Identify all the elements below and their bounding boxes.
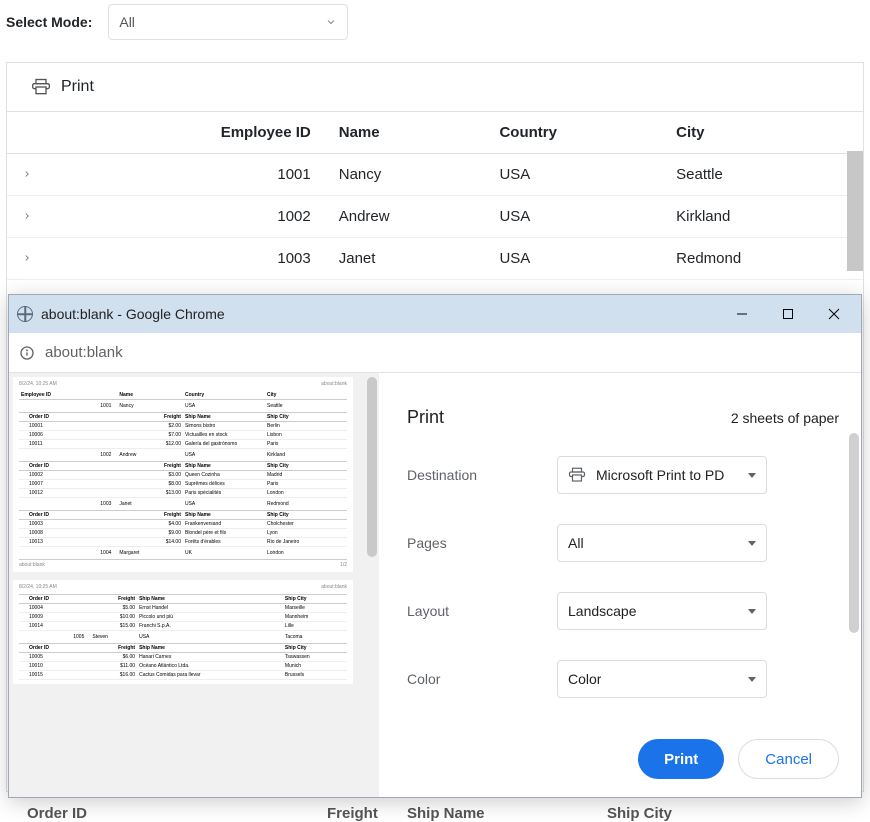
label-destination: Destination [407, 467, 557, 483]
print-title: Print [407, 407, 444, 428]
mode-select[interactable]: All [108, 4, 348, 40]
minimize-button[interactable] [719, 299, 765, 329]
address-bar: about:blank [9, 333, 861, 373]
employee-grid: Employee ID Name Country City 1001 Nancy… [7, 112, 863, 280]
expand-toggle[interactable] [7, 238, 47, 280]
info-icon [19, 345, 35, 361]
close-button[interactable] [811, 299, 857, 329]
mode-label: Select Mode: [6, 14, 92, 30]
print-link[interactable]: Print [61, 78, 94, 96]
pages-select[interactable]: All [557, 524, 767, 562]
chrome-print-window: about:blank - Google Chrome about:blank … [8, 294, 862, 798]
settings-scrollbar[interactable] [849, 433, 859, 633]
print-settings: Print 2 sheets of paper Destination Micr… [379, 373, 861, 797]
cancel-button[interactable]: Cancel [738, 739, 839, 779]
label-layout: Layout [407, 603, 557, 619]
col-empid[interactable]: Employee ID [47, 112, 331, 154]
sheets-count: 2 sheets of paper [731, 410, 839, 426]
print-preview[interactable]: 8/2/24, 10:25 AMabout:blank Employee ID … [9, 373, 379, 797]
expand-toggle[interactable] [7, 154, 47, 196]
grid-toolbar: Print [7, 63, 863, 112]
col-city[interactable]: City [668, 112, 863, 154]
printer-icon [568, 466, 586, 484]
color-select[interactable]: Color [557, 660, 767, 698]
print-button[interactable]: Print [638, 739, 724, 779]
address-text: about:blank [45, 344, 123, 361]
label-color: Color [407, 671, 557, 687]
layout-select[interactable]: Landscape [557, 592, 767, 630]
mode-value: All [119, 14, 135, 30]
col-name[interactable]: Name [331, 112, 492, 154]
window-title: about:blank - Google Chrome [41, 306, 225, 322]
chevron-down-icon [748, 473, 756, 478]
col-country[interactable]: Country [491, 112, 668, 154]
child-grid-header: Order ID Freight Ship Name Ship City [27, 805, 843, 822]
preview-page: 8/2/24, 10:25 AMabout:blank Employee ID … [13, 377, 353, 572]
maximize-button[interactable] [765, 299, 811, 329]
label-pages: Pages [407, 535, 557, 551]
preview-scrollbar[interactable] [367, 377, 377, 557]
printer-icon [31, 77, 51, 97]
window-titlebar: about:blank - Google Chrome [9, 295, 861, 333]
expand-toggle[interactable] [7, 196, 47, 238]
globe-icon [17, 306, 33, 322]
chevron-down-icon [748, 677, 756, 682]
chevron-down-icon [748, 541, 756, 546]
table-row[interactable]: 1003 Janet USA Redmond [7, 238, 863, 280]
table-row[interactable]: 1002 Andrew USA Kirkland [7, 196, 863, 238]
chevron-down-icon [748, 609, 756, 614]
grid-scrollbar[interactable] [847, 151, 863, 271]
destination-select[interactable]: Microsoft Print to PD [557, 456, 767, 494]
table-row[interactable]: 1001 Nancy USA Seattle [7, 154, 863, 196]
preview-page: 8/2/24, 10:25 AMabout:blank Order IDFrei… [13, 580, 353, 684]
chevron-down-icon [325, 16, 337, 28]
